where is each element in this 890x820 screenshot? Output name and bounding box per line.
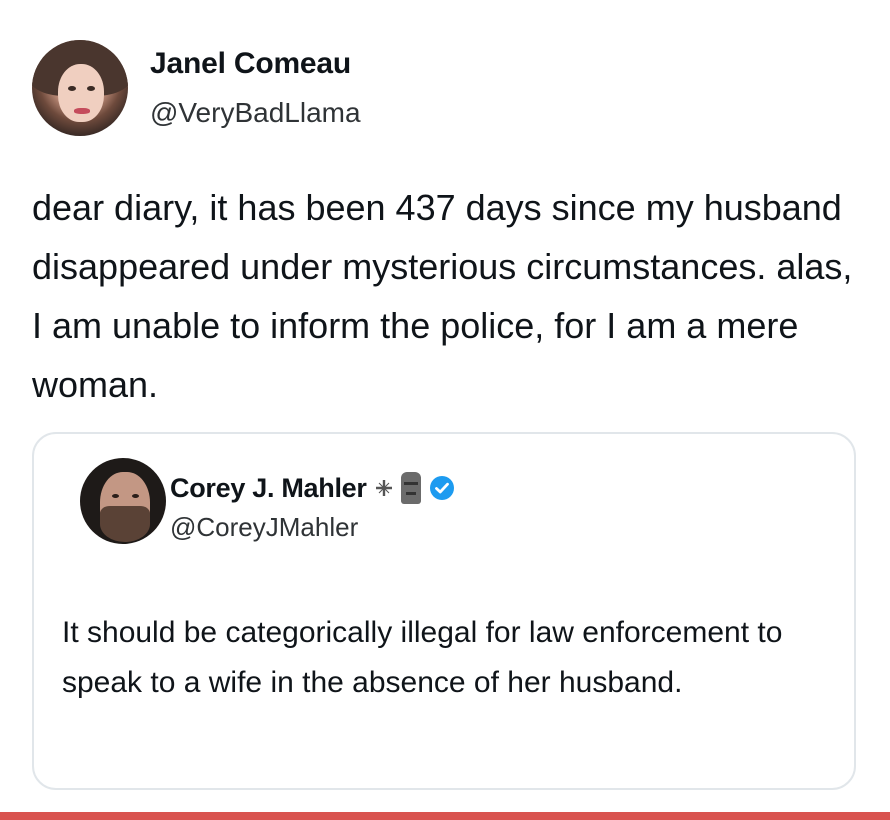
author-avatar[interactable] xyxy=(32,40,128,136)
quoted-tweet-text: It should be categorically illegal for l… xyxy=(62,616,783,699)
quoted-author-handle[interactable]: @CoreyJMahler xyxy=(170,512,358,543)
author-handle[interactable]: @VeryBadLlama xyxy=(150,97,361,129)
cross-icon xyxy=(375,480,392,496)
quoted-author-name[interactable]: Corey J. Mahler xyxy=(170,473,367,504)
quoted-author-avatar[interactable] xyxy=(80,458,166,544)
author-name[interactable]: Janel Comeau xyxy=(150,47,351,81)
bottom-accent-bar xyxy=(0,812,890,820)
screenshot-page: Janel Comeau @VeryBadLlama dear diary, i… xyxy=(0,0,890,820)
quoted-tweet-card[interactable]: Corey J. Mahler @CoreyJMahler It should … xyxy=(32,432,856,790)
tweet-text: dear diary, it has been 437 days since m… xyxy=(32,187,853,405)
quoted-author-name-row: Corey J. Mahler xyxy=(170,472,455,504)
moai-icon xyxy=(400,472,421,504)
verified-badge-icon xyxy=(429,476,454,500)
